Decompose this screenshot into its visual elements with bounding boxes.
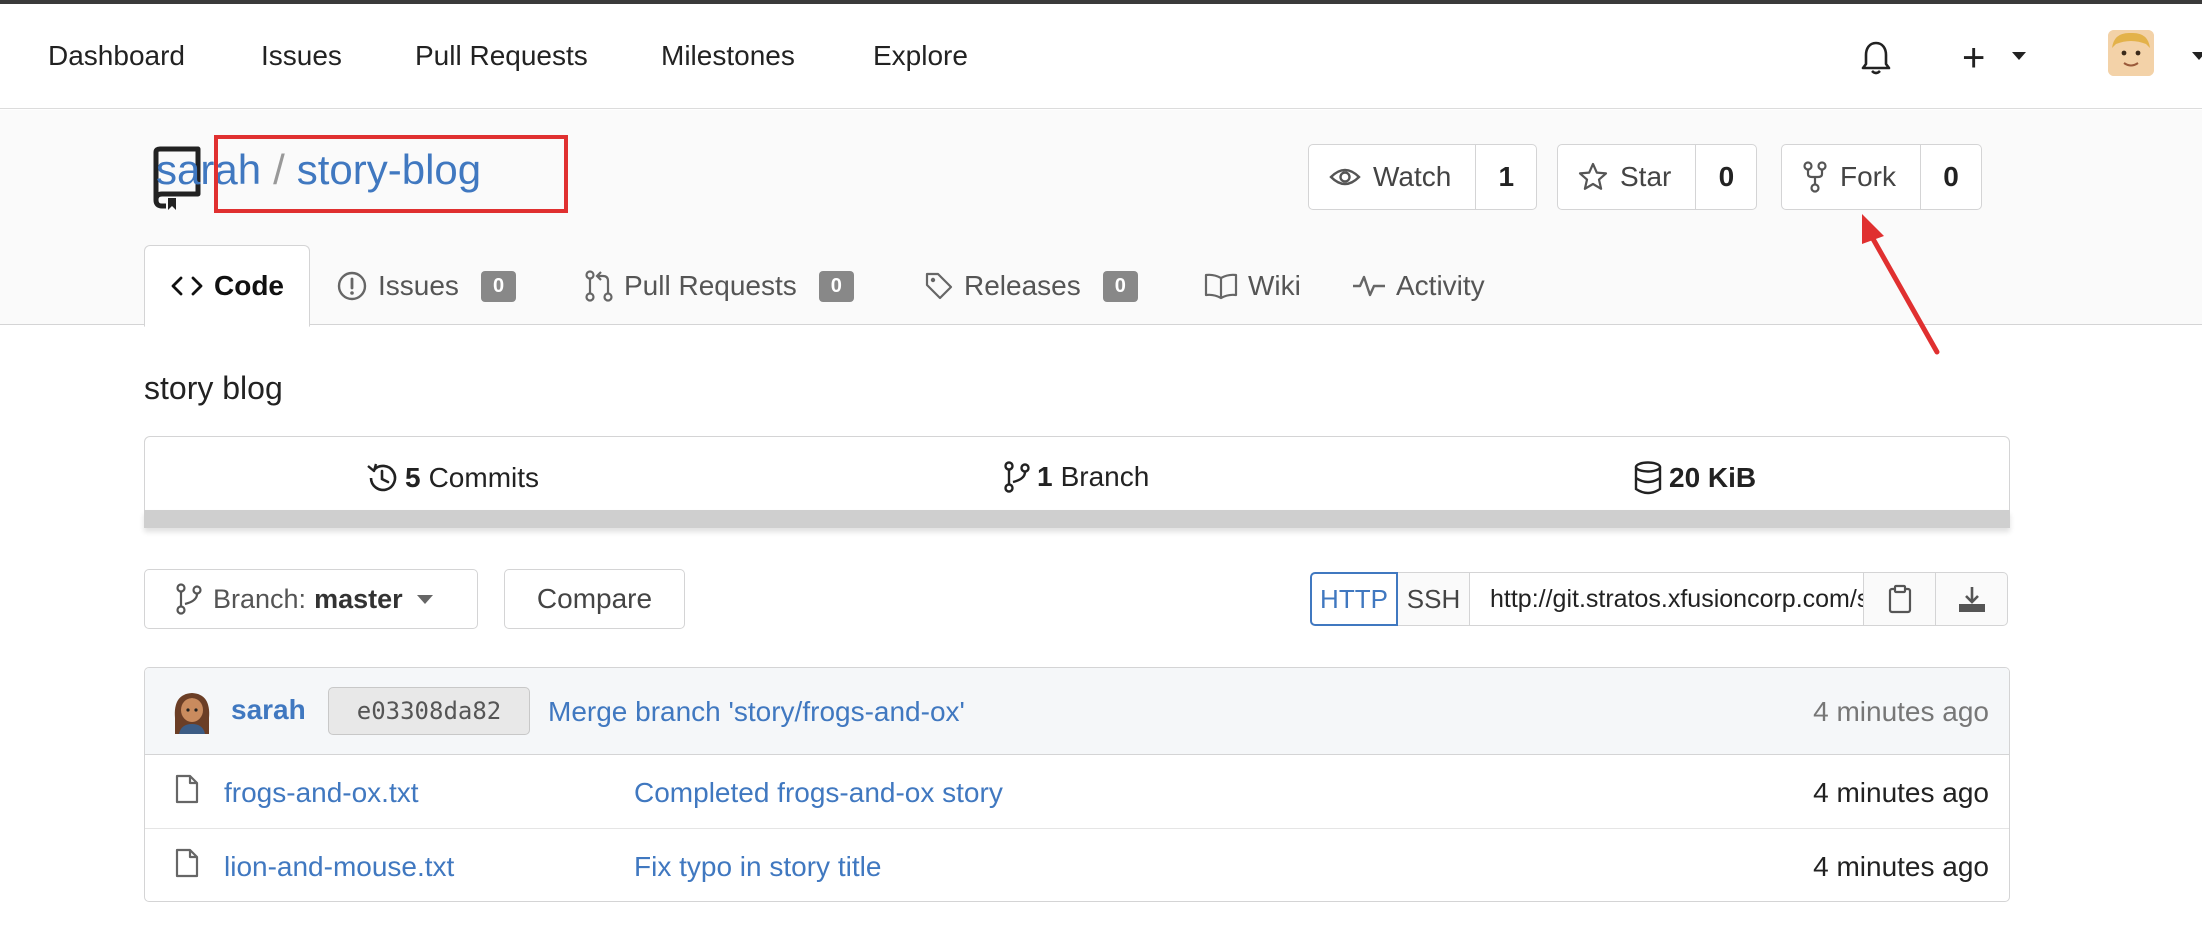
- committer-avatar[interactable]: [171, 688, 213, 734]
- fork-button[interactable]: Fork: [1782, 145, 1921, 209]
- branch-prefix: Branch:: [213, 583, 307, 614]
- nav-pull-requests[interactable]: Pull Requests: [415, 40, 588, 72]
- pull-requests-count-badge: 0: [818, 270, 854, 302]
- tab-code[interactable]: Code: [144, 245, 310, 327]
- table-row: lion-and-mouse.txt Fix typo in story tit…: [145, 829, 2009, 901]
- branch-dropdown[interactable]: Branch: master: [144, 569, 478, 629]
- file-commit-time: 4 minutes ago: [1813, 777, 1989, 808]
- tab-releases-label: Releases: [964, 270, 1081, 301]
- annotation-arrow: [1862, 214, 1940, 355]
- file-icon: [175, 848, 199, 878]
- latest-commit-message[interactable]: Merge branch 'story/frogs-and-ox': [548, 696, 965, 728]
- database-icon: [1634, 461, 1662, 495]
- clipboard-icon: [1888, 584, 1911, 614]
- annotation-highlight-box: [214, 135, 568, 213]
- history-icon: [367, 463, 397, 492]
- nav-milestones[interactable]: Milestones: [661, 40, 795, 72]
- clone-url-input[interactable]: http://git.stratos.xfusioncorp.com/sarah…: [1470, 572, 1864, 626]
- issue-icon: [337, 271, 367, 301]
- watch-count[interactable]: 1: [1476, 145, 1536, 209]
- issues-count-badge: 0: [480, 270, 517, 302]
- tab-activity-label: Activity: [1396, 270, 1485, 301]
- latest-commit-row: sarah e03308da82 Merge branch 'story/fro…: [145, 668, 2009, 755]
- plus-icon[interactable]: +: [1962, 38, 1985, 78]
- star-icon: [1578, 162, 1608, 190]
- watch-button-group: Watch 1: [1308, 144, 1538, 210]
- top-navbar: Dashboard Issues Pull Requests Milestone…: [0, 4, 2202, 109]
- star-count[interactable]: 0: [1696, 145, 1756, 209]
- table-row: frogs-and-ox.txt Completed frogs-and-ox …: [145, 755, 2009, 829]
- file-commit-message[interactable]: Completed frogs-and-ox story: [634, 777, 1003, 809]
- bell-icon[interactable]: [1860, 40, 1892, 76]
- file-commit-time: 4 minutes ago: [1813, 851, 1989, 882]
- tab-issues[interactable]: Issues 0: [336, 245, 517, 327]
- star-label: Star: [1620, 161, 1672, 192]
- latest-commit-time: 4 minutes ago: [1813, 696, 1989, 727]
- tab-pull-requests-label: Pull Requests: [624, 270, 797, 301]
- file-name-link[interactable]: lion-and-mouse.txt: [224, 851, 454, 883]
- fork-label: Fork: [1840, 161, 1896, 192]
- committer-name[interactable]: sarah: [231, 694, 306, 726]
- book-icon: [1204, 273, 1238, 300]
- fork-button-group: Fork 0: [1781, 144, 1982, 210]
- clone-panel: HTTP SSH http://git.stratos.xfusioncorp.…: [1310, 572, 2008, 626]
- star-button[interactable]: Star: [1558, 145, 1697, 209]
- branches-count: 1: [1037, 461, 1053, 492]
- repo-description: story blog: [144, 370, 283, 406]
- star-button-group: Star 0: [1557, 144, 1758, 210]
- releases-count-badge: 0: [1102, 270, 1138, 302]
- nav-explore[interactable]: Explore: [873, 40, 968, 72]
- branch-icon: [1004, 461, 1030, 493]
- chevron-down-icon[interactable]: [2192, 52, 2202, 60]
- repo-size: 20 KiB: [1669, 462, 1757, 493]
- chevron-down-icon[interactable]: [2012, 52, 2026, 60]
- tab-code-label: Code: [214, 270, 284, 301]
- code-icon: [171, 276, 203, 296]
- tag-icon: [925, 272, 953, 300]
- commits-stat[interactable]: 5 Commits: [365, 461, 539, 495]
- pull-request-icon: [585, 270, 613, 302]
- avatar[interactable]: [2108, 30, 2154, 76]
- branch-icon: [176, 583, 202, 615]
- copy-button[interactable]: [1864, 572, 1936, 626]
- fork-count[interactable]: 0: [1921, 145, 1981, 209]
- tab-pull-requests[interactable]: Pull Requests 0: [584, 245, 854, 327]
- pulse-icon: [1353, 275, 1385, 297]
- commit-sha-button[interactable]: e03308da82: [328, 687, 530, 735]
- commits-label: Commits: [428, 462, 540, 493]
- size-stat: 20 KiB: [1633, 461, 1764, 495]
- branches-stat[interactable]: 1 Branch: [1003, 461, 1149, 493]
- ssh-clone-button[interactable]: SSH: [1398, 572, 1470, 626]
- chevron-down-icon: [417, 595, 433, 604]
- branches-label: Branch: [1060, 461, 1150, 492]
- file-commit-message[interactable]: Fix typo in story title: [634, 851, 881, 883]
- file-table: sarah e03308da82 Merge branch 'story/fro…: [144, 667, 2010, 902]
- nav-dashboard[interactable]: Dashboard: [48, 40, 185, 72]
- watch-button[interactable]: Watch: [1309, 145, 1477, 209]
- tab-issues-label: Issues: [378, 270, 459, 301]
- tab-releases[interactable]: Releases 0: [924, 245, 1138, 327]
- file-name-link[interactable]: frogs-and-ox.txt: [224, 777, 419, 809]
- download-icon: [1958, 587, 1985, 612]
- tab-wiki-label: Wiki: [1248, 270, 1301, 301]
- file-icon: [175, 774, 199, 804]
- tab-wiki[interactable]: Wiki: [1204, 245, 1301, 327]
- http-clone-button[interactable]: HTTP: [1310, 572, 1398, 626]
- compare-button[interactable]: Compare: [504, 569, 685, 629]
- eye-icon: [1329, 168, 1361, 186]
- fork-icon: [1803, 161, 1827, 193]
- language-bar: [144, 510, 2010, 528]
- branch-name: master: [314, 583, 403, 614]
- commits-count: 5: [405, 462, 421, 493]
- nav-issues[interactable]: Issues: [261, 40, 342, 72]
- tab-activity[interactable]: Activity: [1352, 245, 1485, 327]
- download-button[interactable]: [1936, 572, 2008, 626]
- watch-label: Watch: [1373, 161, 1452, 192]
